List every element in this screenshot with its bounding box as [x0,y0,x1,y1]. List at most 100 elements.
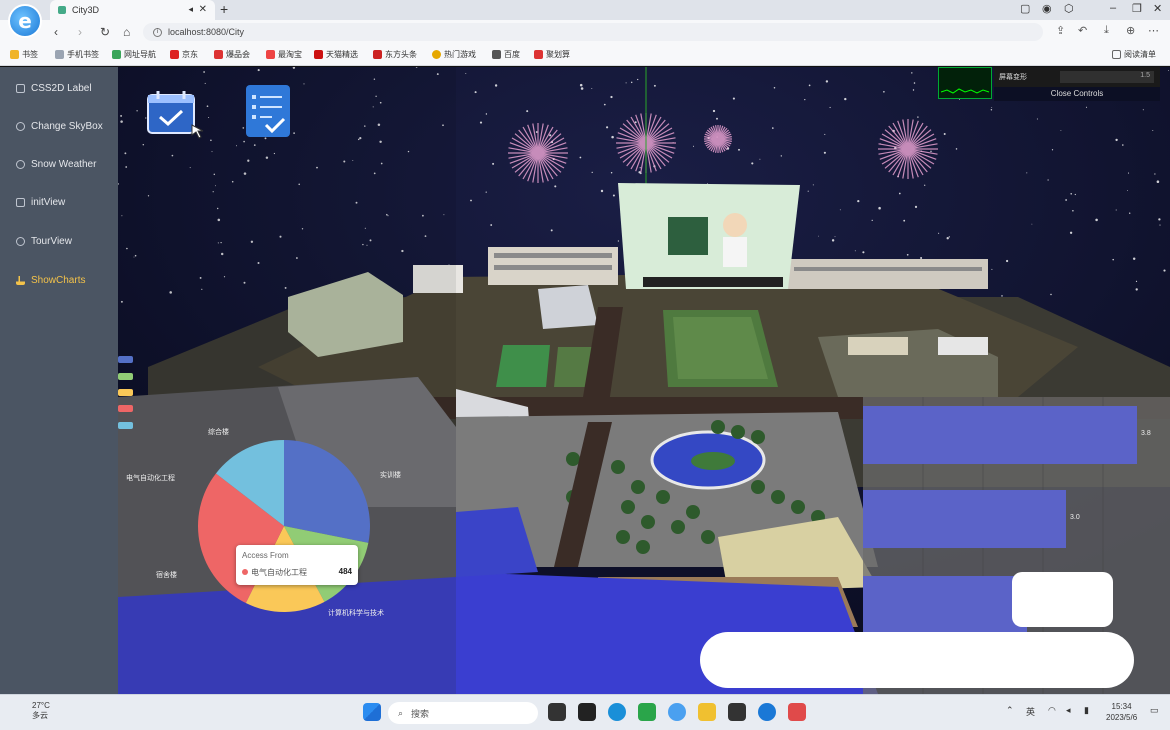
extensions-icon[interactable]: ⬡ [1064,2,1074,15]
app-icon[interactable] [578,703,596,721]
search-icon: ⌕ [398,707,404,718]
close-window-icon[interactable]: ✕ [1153,2,1162,15]
bookmark-item[interactable]: 聚划算 [534,49,570,60]
pie-chart[interactable] [195,437,373,615]
tooltip-series-name: 电气自动化工程 [251,568,307,577]
game-icon [432,50,441,59]
browser-logo-icon: e [8,4,42,38]
terminal-icon[interactable] [728,703,746,721]
tooltip-series-dot [242,569,248,575]
skybox-icon [16,122,25,131]
tmall-icon [314,50,323,59]
bar[interactable] [863,576,1027,634]
home-icon[interactable]: ⌂ [123,25,130,39]
bookmark-item[interactable]: 热门游戏 [432,49,476,60]
url-text: localhost:8080/City [168,27,245,37]
bookmark-item[interactable]: 手机书签 [55,49,99,60]
download-icon[interactable]: ⤓ [1104,24,1109,37]
sidebar: CSS2D Label Change SkyBox Snow Weather i… [0,67,118,694]
weather-widget[interactable]: 27°C 多云 [14,701,50,721]
bar[interactable] [863,406,1137,464]
battery-icon[interactable]: ▮ [1084,705,1089,716]
app-icon[interactable] [638,703,656,721]
bookmark-item[interactable]: 爆品会 [214,49,250,60]
tab-audio-icon[interactable]: ◂ [188,4,193,15]
zoom-icon[interactable]: ⊕ [1126,24,1135,37]
new-tab-icon[interactable]: + [220,1,228,17]
bookmark-item[interactable]: 东方头条 [373,49,417,60]
notification-icon[interactable]: ▭ [1150,705,1159,716]
tray-expand-icon[interactable]: ⌃ [1006,705,1014,716]
control-value: 1.5 [1140,72,1150,79]
share-icon[interactable]: ⇪ [1056,24,1065,37]
label-icon [16,84,25,93]
sidebar-item-snow-weather[interactable]: Snow Weather [16,159,96,170]
bar[interactable] [863,490,1066,548]
edge-icon[interactable] [608,703,626,721]
bookmark-item[interactable]: 百度 [492,49,520,60]
sidebar-item-init-view[interactable]: initView [16,197,65,208]
back-icon[interactable]: ‹ [54,25,58,39]
legend-swatch[interactable] [118,356,133,363]
close-controls-button[interactable]: Close Controls [994,87,1160,101]
clock-date: 2023/5/6 [1106,713,1138,722]
browser-titlebar: City3D ◂ ✕ + ▢ ◉ ⬡ – ❐ ✕ [0,0,1170,20]
baidu-icon [492,50,501,59]
reading-list[interactable]: 阅读清单 [1112,49,1156,60]
app-icon[interactable] [788,703,806,721]
task-view-icon[interactable] [548,703,566,721]
collections-icon[interactable]: ▢ [1020,2,1030,15]
clock[interactable]: 15:34 2023/5/6 [1106,701,1137,723]
sidebar-item-change-skybox[interactable]: Change SkyBox [16,121,103,132]
minimize-icon[interactable]: – [1110,2,1116,14]
bookmark-item[interactable]: 最淘宝 [266,49,302,60]
menu-icon[interactable]: ⋯ [1148,24,1159,37]
legend-swatch[interactable] [118,405,133,412]
pie-outer-label: 电气自动化工程 [126,475,175,482]
calendar-check-button[interactable] [146,89,208,141]
reload-icon[interactable]: ↻ [100,25,110,39]
screen: City3D ◂ ✕ + ▢ ◉ ⬡ – ❐ ✕ e ‹ › ↻ ⌂ i loc… [0,0,1170,730]
legend-swatch[interactable] [118,373,133,380]
pie-outer-label: 宿舍楼 [156,572,177,579]
search-placeholder: 搜索 [411,708,430,719]
bookmark-item[interactable]: 天猫精选 [314,49,358,60]
address-bar[interactable]: i localhost:8080/City [143,23,1043,41]
tab-favicon-icon [58,6,66,14]
legend-swatch[interactable] [118,422,133,429]
tab-close-icon[interactable]: ✕ [199,4,207,15]
temperature: 27°C [32,701,50,710]
pie-outer-label: 计算机科学与技术 [328,610,384,617]
file-explorer-icon[interactable] [698,703,716,721]
phone-icon [55,50,64,59]
forward-icon[interactable]: › [78,25,82,39]
bookmarks-bar: 书签 手机书签 网址导航 京东 爆品会 最淘宝 天猫精选 东方头条 热门游戏 百… [0,44,1170,66]
deal-icon [214,50,223,59]
bookmark-item[interactable]: 书签 [10,49,38,60]
pie-slice[interactable] [284,440,370,543]
restore-icon[interactable]: ❐ [1132,2,1142,15]
bookmark-item[interactable]: 网址导航 [112,49,156,60]
taskbar-search[interactable]: ⌕ 搜索 [388,702,538,724]
fps-stats-panel[interactable] [938,67,992,99]
browser-tab[interactable]: City3D ◂ ✕ [50,0,215,20]
sidebar-item-show-charts[interactable]: ShowCharts [16,275,85,286]
browser-icon[interactable] [758,703,776,721]
undo-icon[interactable]: ↶ [1078,24,1087,37]
start-icon[interactable] [363,703,381,721]
volume-icon[interactable]: ◂ [1066,705,1071,716]
sidebar-item-tour-view[interactable]: TourView [16,236,72,247]
task-list-button[interactable] [244,85,292,139]
wifi-icon[interactable]: ◠ [1048,705,1056,716]
bookmark-item[interactable]: 京东 [170,49,198,60]
legend-swatch[interactable] [118,389,133,396]
profile-icon[interactable]: ◉ [1042,2,1052,15]
app-icon[interactable] [668,703,686,721]
os-taskbar: 27°C 多云 ⌕ 搜索 ⌃ 英 ◠ ◂ ▮ 15:34 2023/5/6 ▭ [0,694,1170,730]
pie-tooltip: Access From 电气自动化工程 484 [236,545,358,585]
sidebar-item-css2d-label[interactable]: CSS2D Label [16,83,92,94]
redaction-block [700,632,1134,688]
site-info-icon[interactable]: i [153,27,162,37]
bar-value-label: 3.8 [1141,430,1151,437]
ime-indicator[interactable]: 英 [1026,705,1035,718]
